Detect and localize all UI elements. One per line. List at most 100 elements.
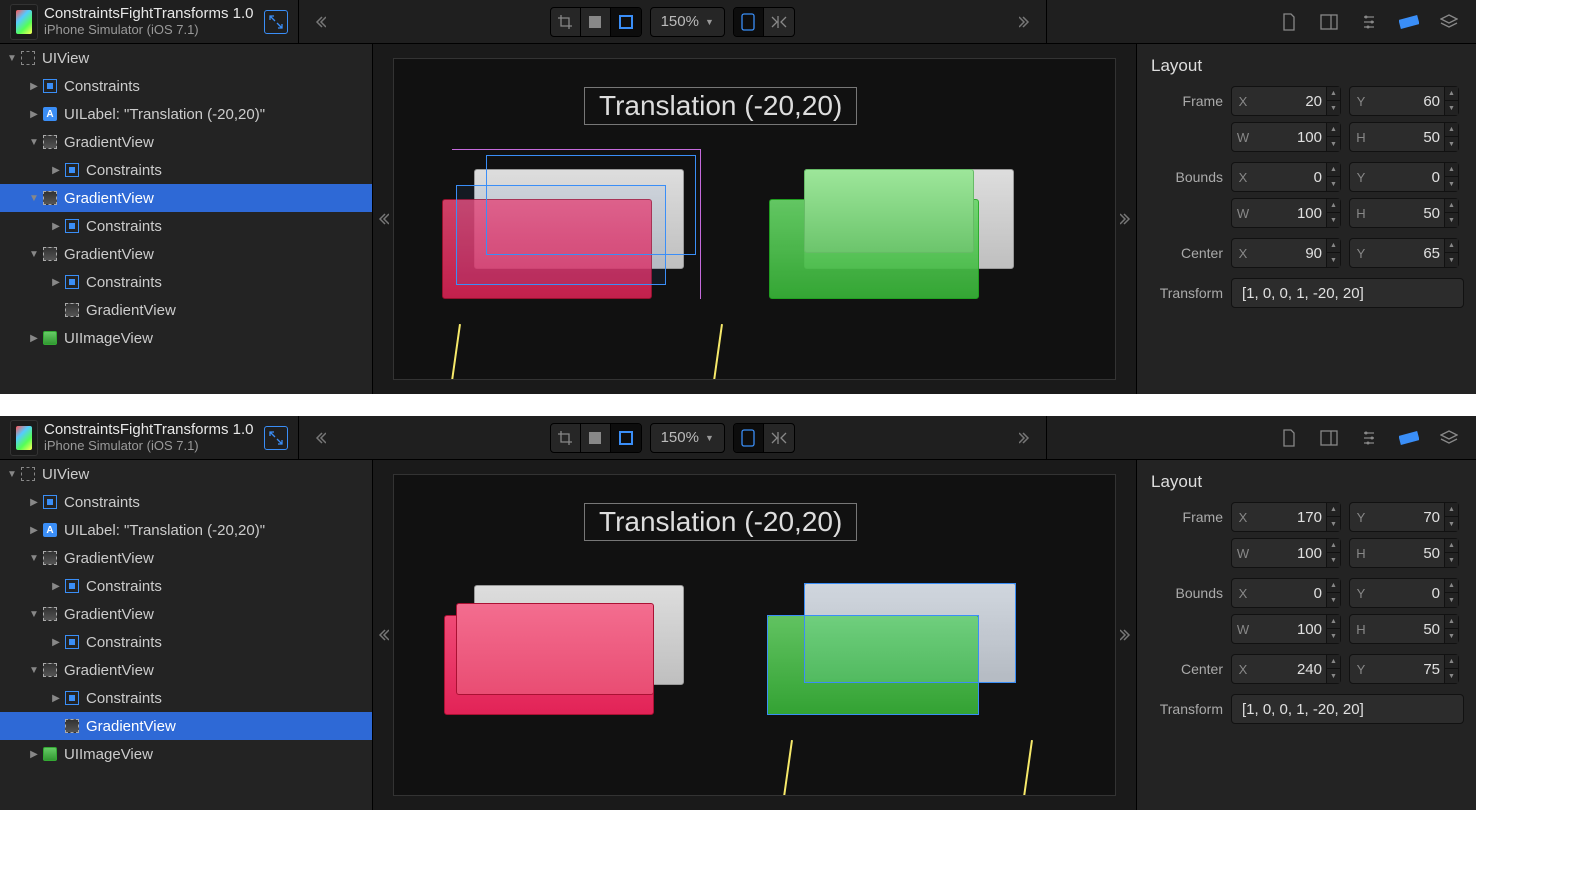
step-down[interactable]: ▼ bbox=[1445, 101, 1458, 115]
number-field-W[interactable]: W 100 ▲▼ bbox=[1231, 122, 1341, 152]
canvas[interactable]: Translation (-20,20)cd bbox=[393, 474, 1116, 796]
step-down[interactable]: ▼ bbox=[1327, 213, 1340, 227]
disclosure-triangle[interactable]: ▶ bbox=[28, 81, 40, 92]
zoom-dropdown[interactable]: 150%▼ bbox=[650, 7, 725, 37]
step-up[interactable]: ▲ bbox=[1445, 503, 1458, 517]
tree-row[interactable]: ▶Constraints bbox=[0, 72, 372, 100]
sidebar-collapse-left[interactable] bbox=[309, 11, 331, 33]
number-field-H[interactable]: H 50 ▲▼ bbox=[1349, 538, 1459, 568]
number-field-X[interactable]: X 90 ▲▼ bbox=[1231, 238, 1341, 268]
tree-expand-chevron[interactable] bbox=[373, 460, 393, 810]
number-field-H[interactable]: H 50 ▲▼ bbox=[1349, 198, 1459, 228]
step-up[interactable]: ▲ bbox=[1445, 239, 1458, 253]
disclosure-triangle[interactable]: ▼ bbox=[6, 469, 18, 480]
tab-layers[interactable] bbox=[1436, 9, 1462, 35]
step-up[interactable]: ▲ bbox=[1327, 123, 1340, 137]
zoom-dropdown[interactable]: 150%▼ bbox=[650, 423, 725, 453]
tree-row[interactable]: ▶Constraints bbox=[0, 684, 372, 712]
expand-button[interactable] bbox=[264, 10, 288, 34]
disclosure-triangle[interactable]: ▶ bbox=[28, 497, 40, 508]
number-field-W[interactable]: W 100 ▲▼ bbox=[1231, 614, 1341, 644]
step-up[interactable]: ▲ bbox=[1327, 539, 1340, 553]
step-down[interactable]: ▼ bbox=[1327, 669, 1340, 683]
disclosure-triangle[interactable]: ▶ bbox=[28, 333, 40, 344]
mode-crop[interactable] bbox=[551, 424, 581, 452]
disclosure-triangle[interactable]: ▼ bbox=[28, 193, 40, 204]
step-up[interactable]: ▲ bbox=[1327, 239, 1340, 253]
disclosure-triangle[interactable]: ▼ bbox=[6, 53, 18, 64]
tree-row[interactable]: ▼GradientView bbox=[0, 184, 372, 212]
tree-expand-chevron[interactable] bbox=[373, 44, 393, 394]
step-up[interactable]: ▲ bbox=[1445, 87, 1458, 101]
number-field-Y[interactable]: Y 0 ▲▼ bbox=[1349, 578, 1459, 608]
number-field-H[interactable]: H 50 ▲▼ bbox=[1349, 122, 1459, 152]
number-field-H[interactable]: H 50 ▲▼ bbox=[1349, 614, 1459, 644]
canvas[interactable]: Translation (-20,20)ab bbox=[393, 58, 1116, 380]
tab-ruler[interactable] bbox=[1396, 9, 1422, 35]
hierarchy-tree[interactable]: ▼UIView▶Constraints▶AUILabel: "Translati… bbox=[0, 460, 373, 810]
step-up[interactable]: ▲ bbox=[1327, 87, 1340, 101]
disclosure-triangle[interactable]: ▶ bbox=[50, 637, 62, 648]
device-phone[interactable] bbox=[734, 8, 764, 36]
disclosure-triangle[interactable]: ▶ bbox=[50, 581, 62, 592]
sidebar-collapse-left[interactable] bbox=[309, 427, 331, 449]
sidebar-collapse-right[interactable] bbox=[1014, 427, 1036, 449]
tree-row[interactable]: ▼GradientView bbox=[0, 600, 372, 628]
step-up[interactable]: ▲ bbox=[1445, 579, 1458, 593]
device-mirror[interactable] bbox=[764, 8, 794, 36]
step-down[interactable]: ▼ bbox=[1327, 517, 1340, 531]
tab-sliders[interactable] bbox=[1356, 425, 1382, 451]
device-phone[interactable] bbox=[734, 424, 764, 452]
tree-row[interactable]: ▶UIImageView bbox=[0, 324, 372, 352]
disclosure-triangle[interactable]: ▼ bbox=[28, 137, 40, 148]
step-down[interactable]: ▼ bbox=[1327, 137, 1340, 151]
disclosure-triangle[interactable]: ▼ bbox=[28, 609, 40, 620]
number-field-Y[interactable]: Y 0 ▲▼ bbox=[1349, 162, 1459, 192]
step-up[interactable]: ▲ bbox=[1445, 539, 1458, 553]
tree-row[interactable]: ▶Constraints bbox=[0, 268, 372, 296]
disclosure-triangle[interactable]: ▼ bbox=[28, 665, 40, 676]
tree-row[interactable]: ▶Constraints bbox=[0, 572, 372, 600]
step-up[interactable]: ▲ bbox=[1327, 655, 1340, 669]
number-field-X[interactable]: X 170 ▲▼ bbox=[1231, 502, 1341, 532]
device-mirror[interactable] bbox=[764, 424, 794, 452]
tree-row[interactable]: ▶Constraints bbox=[0, 488, 372, 516]
step-down[interactable]: ▼ bbox=[1327, 553, 1340, 567]
mode-bounds[interactable] bbox=[611, 8, 641, 36]
inspector-expand-chevron[interactable] bbox=[1116, 44, 1136, 394]
mode-fill[interactable] bbox=[581, 424, 611, 452]
tree-row[interactable]: GradientView bbox=[0, 712, 372, 740]
transform-field[interactable]: [1, 0, 0, 1, -20, 20] bbox=[1231, 278, 1464, 308]
inspector-expand-chevron[interactable] bbox=[1116, 460, 1136, 810]
tab-sliders[interactable] bbox=[1356, 9, 1382, 35]
disclosure-triangle[interactable]: ▶ bbox=[50, 221, 62, 232]
tree-row[interactable]: ▼GradientView bbox=[0, 128, 372, 156]
step-down[interactable]: ▼ bbox=[1327, 177, 1340, 191]
step-up[interactable]: ▲ bbox=[1445, 199, 1458, 213]
tree-row[interactable]: ▼UIView bbox=[0, 460, 372, 488]
number-field-X[interactable]: X 0 ▲▼ bbox=[1231, 578, 1341, 608]
tree-row[interactable]: ▶UIImageView bbox=[0, 740, 372, 768]
hierarchy-tree[interactable]: ▼UIView▶Constraints▶AUILabel: "Translati… bbox=[0, 44, 373, 394]
number-field-X[interactable]: X 0 ▲▼ bbox=[1231, 162, 1341, 192]
step-down[interactable]: ▼ bbox=[1445, 137, 1458, 151]
sidebar-collapse-right[interactable] bbox=[1014, 11, 1036, 33]
transform-field[interactable]: [1, 0, 0, 1, -20, 20] bbox=[1231, 694, 1464, 724]
step-down[interactable]: ▼ bbox=[1327, 629, 1340, 643]
tree-row[interactable]: ▶Constraints bbox=[0, 212, 372, 240]
step-down[interactable]: ▼ bbox=[1445, 253, 1458, 267]
tree-row[interactable]: ▶Constraints bbox=[0, 628, 372, 656]
step-down[interactable]: ▼ bbox=[1327, 253, 1340, 267]
step-down[interactable]: ▼ bbox=[1445, 213, 1458, 227]
disclosure-triangle[interactable]: ▶ bbox=[50, 693, 62, 704]
tree-row[interactable]: ▼GradientView bbox=[0, 656, 372, 684]
step-down[interactable]: ▼ bbox=[1327, 593, 1340, 607]
step-up[interactable]: ▲ bbox=[1327, 163, 1340, 177]
expand-button[interactable] bbox=[264, 426, 288, 450]
disclosure-triangle[interactable]: ▶ bbox=[28, 109, 40, 120]
tree-row[interactable]: ▼GradientView bbox=[0, 240, 372, 268]
number-field-W[interactable]: W 100 ▲▼ bbox=[1231, 538, 1341, 568]
step-down[interactable]: ▼ bbox=[1445, 593, 1458, 607]
tree-row[interactable]: ▼UIView bbox=[0, 44, 372, 72]
mode-fill[interactable] bbox=[581, 8, 611, 36]
